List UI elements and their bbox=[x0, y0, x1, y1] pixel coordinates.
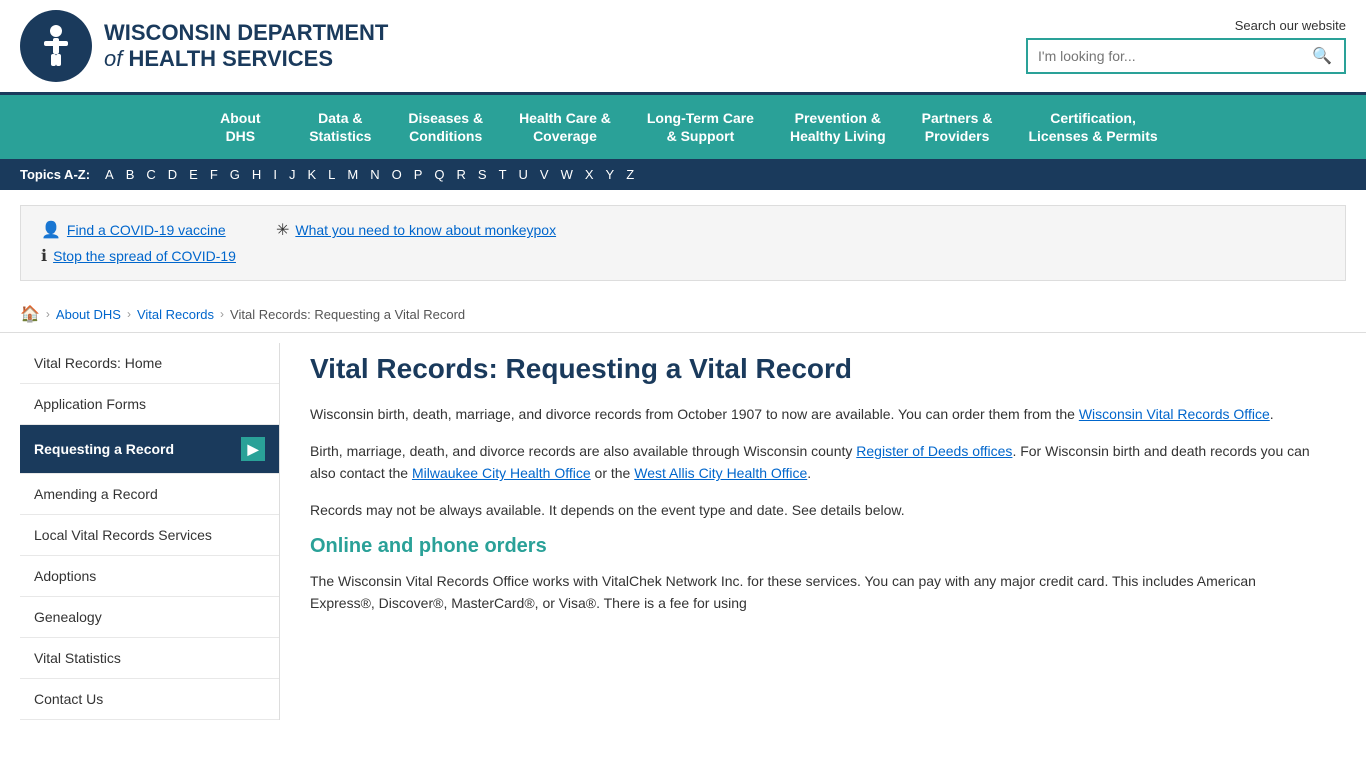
az-letter-v[interactable]: V bbox=[537, 165, 552, 184]
sidebar-item-amending-record[interactable]: Amending a Record bbox=[20, 474, 279, 515]
nav-item-prevention-healthy[interactable]: Prevention & Healthy Living bbox=[772, 95, 904, 159]
nav-item-data-statistics[interactable]: Data & Statistics bbox=[290, 95, 390, 159]
az-letter-u[interactable]: U bbox=[516, 165, 531, 184]
sidebar-item-label: Amending a Record bbox=[34, 486, 158, 502]
sidebar-item-application-forms[interactable]: Application Forms bbox=[20, 384, 279, 425]
az-letter-k[interactable]: K bbox=[304, 165, 319, 184]
sidebar-item-contact-us[interactable]: Contact Us bbox=[20, 679, 279, 720]
bc-about-dhs[interactable]: About DHS bbox=[56, 307, 121, 322]
bc-current: Vital Records: Requesting a Vital Record bbox=[230, 307, 465, 322]
covid-spread-link[interactable]: Stop the spread of COVID-19 bbox=[53, 248, 236, 264]
alert-col-right: ✳ What you need to know about monkeypox bbox=[276, 220, 556, 240]
main-nav: About DHSData & StatisticsDiseases & Con… bbox=[0, 95, 1366, 159]
nav-item-health-care-coverage[interactable]: Health Care & Coverage bbox=[501, 95, 629, 159]
az-bar: Topics A-Z: ABCDEFGHIJKLMNOPQRSTUVWXYZ bbox=[0, 159, 1366, 190]
asterisk-icon: ✳ bbox=[276, 220, 289, 240]
content-para-2: Birth, marriage, death, and divorce reco… bbox=[310, 440, 1316, 485]
search-button[interactable]: 🔍 bbox=[1300, 40, 1344, 72]
nav-item-partners-providers[interactable]: Partners & Providers bbox=[904, 95, 1011, 159]
az-letter-s[interactable]: S bbox=[475, 165, 490, 184]
sidebar-item-label: Contact Us bbox=[34, 691, 103, 707]
sidebar-item-label: Requesting a Record bbox=[34, 441, 174, 457]
nav-item-diseases-conditions[interactable]: Diseases & Conditions bbox=[390, 95, 501, 159]
content-para-3: Records may not be always available. It … bbox=[310, 499, 1316, 521]
az-letter-o[interactable]: O bbox=[389, 165, 405, 184]
alert-bar: 👤 Find a COVID-19 vaccine ℹ Stop the spr… bbox=[20, 205, 1346, 281]
alert-covid-vaccine: 👤 Find a COVID-19 vaccine bbox=[41, 220, 236, 240]
az-letter-t[interactable]: T bbox=[496, 165, 510, 184]
search-area: Search our website 🔍 bbox=[1026, 18, 1346, 74]
az-letter-c[interactable]: C bbox=[143, 165, 158, 184]
logo-icon bbox=[20, 10, 92, 82]
az-letter-j[interactable]: J bbox=[286, 165, 299, 184]
az-letter-n[interactable]: N bbox=[367, 165, 382, 184]
sidebar-item-adoptions[interactable]: Adoptions bbox=[20, 556, 279, 597]
alert-col-left: 👤 Find a COVID-19 vaccine ℹ Stop the spr… bbox=[41, 220, 236, 266]
covid-vaccine-link[interactable]: Find a COVID-19 vaccine bbox=[67, 222, 226, 238]
section-title: Online and phone orders bbox=[310, 535, 1316, 558]
sidebar-item-vital-records-home[interactable]: Vital Records: Home bbox=[20, 343, 279, 384]
bc-sep-1: › bbox=[127, 307, 131, 321]
sidebar-item-label: Application Forms bbox=[34, 396, 146, 412]
az-letter-y[interactable]: Y bbox=[603, 165, 618, 184]
sidebar-active-arrow: ▶ bbox=[241, 437, 265, 461]
nav-item-about-dhs[interactable]: About DHS bbox=[190, 95, 290, 159]
west-allis-health-link[interactable]: West Allis City Health Office bbox=[634, 465, 807, 481]
az-letter-b[interactable]: B bbox=[123, 165, 138, 184]
az-letter-w[interactable]: W bbox=[558, 165, 576, 184]
az-letter-l[interactable]: L bbox=[325, 165, 338, 184]
nav-item-certification-licenses[interactable]: Certification, Licenses & Permits bbox=[1010, 95, 1175, 159]
org-name: WISCONSIN DEPARTMENT of HEALTH SERVICES bbox=[104, 20, 388, 73]
az-label: Topics A-Z: bbox=[20, 167, 90, 182]
az-letter-d[interactable]: D bbox=[165, 165, 180, 184]
monkeypox-link[interactable]: What you need to know about monkeypox bbox=[295, 222, 556, 238]
register-deeds-link[interactable]: Register of Deeds offices bbox=[856, 443, 1012, 459]
az-letter-m[interactable]: M bbox=[344, 165, 361, 184]
sidebar-item-label: Genealogy bbox=[34, 609, 102, 625]
page-title: Vital Records: Requesting a Vital Record bbox=[310, 353, 1316, 385]
milwaukee-health-link[interactable]: Milwaukee City Health Office bbox=[412, 465, 591, 481]
bc-sep-0: › bbox=[46, 307, 50, 321]
az-letter-i[interactable]: I bbox=[270, 165, 280, 184]
az-letter-g[interactable]: G bbox=[227, 165, 243, 184]
home-icon[interactable]: 🏠 bbox=[20, 304, 40, 324]
content-area: Vital Records: Requesting a Vital Record… bbox=[280, 343, 1346, 720]
sidebar-item-label: Local Vital Records Services bbox=[34, 527, 212, 543]
main-layout: Vital Records: Home Application Forms Requ… bbox=[20, 343, 1346, 720]
vital-records-office-link[interactable]: Wisconsin Vital Records Office bbox=[1079, 406, 1270, 422]
info-icon: ℹ bbox=[41, 246, 47, 266]
az-letter-e[interactable]: E bbox=[186, 165, 201, 184]
sidebar-item-label: Vital Statistics bbox=[34, 650, 121, 666]
az-letter-h[interactable]: H bbox=[249, 165, 264, 184]
sidebar: Vital Records: Home Application Forms Requ… bbox=[20, 343, 280, 720]
az-letter-p[interactable]: P bbox=[411, 165, 426, 184]
content-para-1: Wisconsin birth, death, marriage, and di… bbox=[310, 403, 1316, 425]
breadcrumb: 🏠 › About DHS › Vital Records › Vital Re… bbox=[0, 296, 1366, 333]
bc-sep-2: › bbox=[220, 307, 224, 321]
sidebar-item-genealogy[interactable]: Genealogy bbox=[20, 597, 279, 638]
az-letter-q[interactable]: Q bbox=[431, 165, 447, 184]
logo-area: WISCONSIN DEPARTMENT of HEALTH SERVICES bbox=[20, 10, 388, 82]
sidebar-item-label: Vital Records: Home bbox=[34, 355, 162, 371]
az-letter-a[interactable]: A bbox=[102, 165, 117, 184]
content-para-4: The Wisconsin Vital Records Office works… bbox=[310, 570, 1316, 615]
sidebar-item-requesting-record[interactable]: Requesting a Record ▶ bbox=[20, 425, 279, 474]
search-input[interactable] bbox=[1028, 40, 1300, 72]
sidebar-item-vital-statistics[interactable]: Vital Statistics bbox=[20, 638, 279, 679]
nav-item-long-term-care[interactable]: Long-Term Care & Support bbox=[629, 95, 772, 159]
az-letter-x[interactable]: X bbox=[582, 165, 597, 184]
az-letter-z[interactable]: Z bbox=[623, 165, 637, 184]
site-header: WISCONSIN DEPARTMENT of HEALTH SERVICES … bbox=[0, 0, 1366, 95]
person-icon: 👤 bbox=[41, 220, 61, 240]
bc-vital-records[interactable]: Vital Records bbox=[137, 307, 214, 322]
alert-covid-spread: ℹ Stop the spread of COVID-19 bbox=[41, 246, 236, 266]
sidebar-item-local-vital-records[interactable]: Local Vital Records Services bbox=[20, 515, 279, 556]
search-box[interactable]: 🔍 bbox=[1026, 38, 1346, 74]
az-letter-f[interactable]: F bbox=[207, 165, 221, 184]
search-label: Search our website bbox=[1235, 18, 1346, 33]
az-letter-r[interactable]: R bbox=[454, 165, 469, 184]
alert-monkeypox: ✳ What you need to know about monkeypox bbox=[276, 220, 556, 240]
sidebar-item-label: Adoptions bbox=[34, 568, 96, 584]
